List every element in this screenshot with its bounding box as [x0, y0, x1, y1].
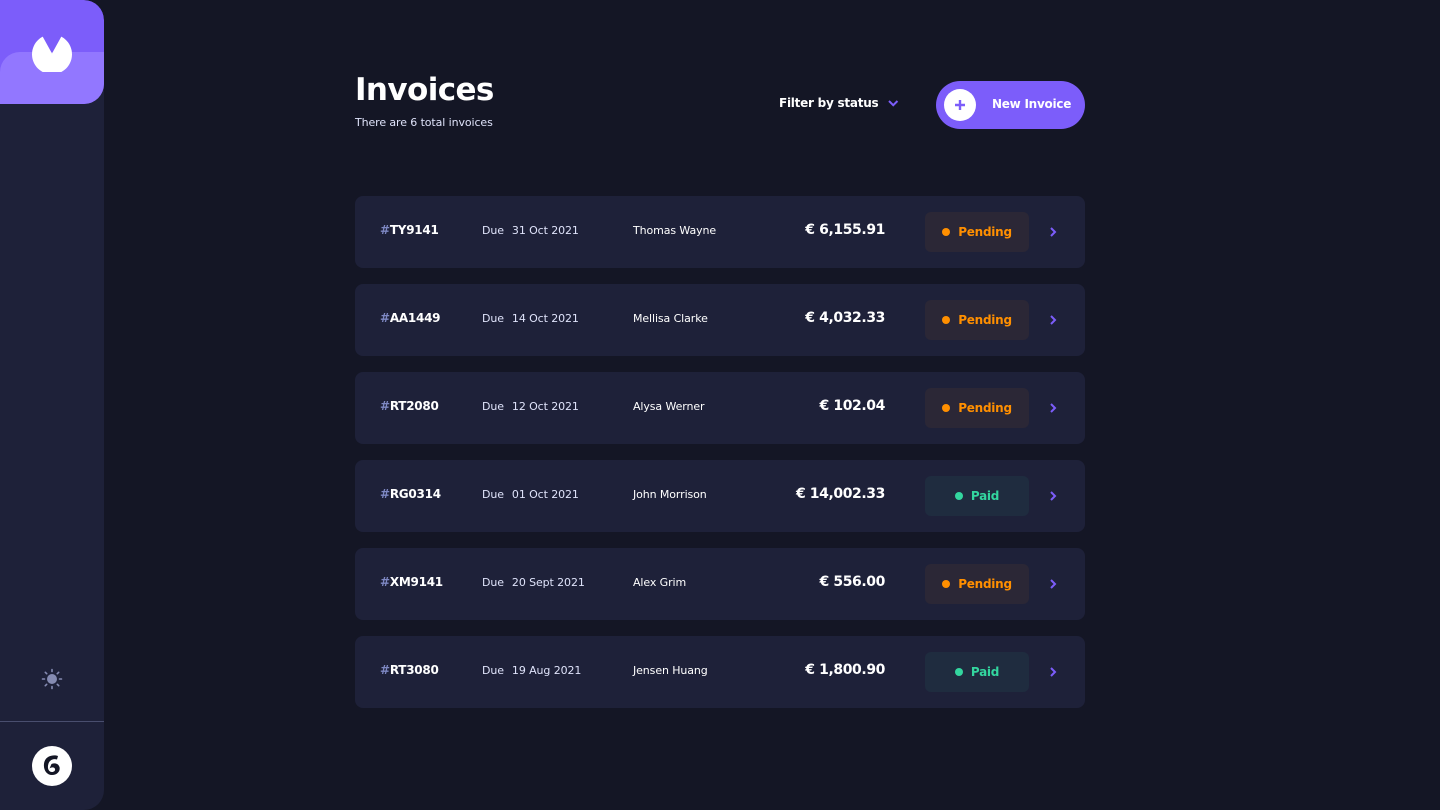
- status-badge: Pending: [925, 300, 1029, 340]
- due-label: Due: [482, 488, 504, 501]
- status-text: Paid: [970, 665, 1000, 679]
- invoice-list: #TY9141 Due 31 Oct 2021 Thomas Wayne € 6,…: [355, 196, 1085, 724]
- invoice-row[interactable]: #AA1449 Due 14 Oct 2021 Mellisa Clarke € …: [355, 284, 1085, 356]
- sun-icon: [41, 668, 63, 690]
- invoice-due-date: Due 12 Oct 2021: [482, 400, 579, 413]
- status-text: Pending: [958, 401, 1012, 415]
- invoice-amount: € 1,800.90: [805, 662, 885, 678]
- due-date-value: 20 Sept 2021: [511, 576, 585, 589]
- invoice-id-value: RG0314: [389, 487, 441, 501]
- filter-by-status-dropdown[interactable]: Filter by status: [779, 96, 899, 110]
- status-dot: [942, 580, 951, 588]
- invoice-id-hash: #: [380, 575, 390, 589]
- invoice-row[interactable]: #RT3080 Due 19 Aug 2021 Jensen Huang € 1,…: [355, 636, 1085, 708]
- invoice-id-value: AA1449: [389, 311, 441, 325]
- invoice-due-date: Due 01 Oct 2021: [482, 488, 579, 501]
- status-text: Pending: [958, 225, 1012, 239]
- invoice-amount: € 14,002.33: [795, 486, 885, 502]
- due-label: Due: [482, 400, 504, 413]
- plus-circle: [944, 89, 976, 121]
- invoice-client: Thomas Wayne: [633, 224, 717, 237]
- invoice-client: Alex Grim: [633, 576, 687, 589]
- status-dot: [942, 404, 951, 412]
- logo-icon: [32, 36, 72, 72]
- chevron-right-icon: [1050, 667, 1057, 677]
- invoice-id: #XM9141: [380, 575, 443, 589]
- invoice-count: There are 6 total invoices: [355, 116, 493, 129]
- invoice-id-value: RT3080: [389, 663, 439, 677]
- invoice-id: #RG0314: [380, 487, 441, 501]
- invoice-client: Jensen Huang: [633, 664, 708, 677]
- status-badge: Pending: [925, 388, 1029, 428]
- invoice-id-hash: #: [380, 487, 390, 501]
- invoice-client: John Morrison: [633, 488, 707, 501]
- invoice-row[interactable]: #RG0314 Due 01 Oct 2021 John Morrison € 1…: [355, 460, 1085, 532]
- avatar-icon: [43, 755, 60, 775]
- chevron-right-icon: [1050, 491, 1057, 501]
- filter-label: Filter by status: [779, 96, 879, 110]
- status-dot: [942, 228, 951, 236]
- status-dot: [942, 316, 951, 324]
- invoice-due-date: Due 20 Sept 2021: [482, 576, 585, 589]
- theme-toggle-button[interactable]: [40, 667, 64, 691]
- invoice-id-value: RT2080: [389, 399, 439, 413]
- invoice-id: #TY9141: [380, 223, 439, 237]
- due-date-value: 31 Oct 2021: [511, 224, 579, 237]
- status-text: Pending: [958, 313, 1012, 327]
- invoice-id-hash: #: [380, 311, 390, 325]
- invoice-id-value: TY9141: [389, 223, 439, 237]
- new-invoice-button[interactable]: New Invoice: [936, 81, 1085, 129]
- sidebar-divider: [0, 721, 104, 722]
- status-badge: Paid: [925, 476, 1029, 516]
- logo[interactable]: [0, 0, 104, 104]
- avatar[interactable]: [32, 746, 72, 786]
- due-date-value: 14 Oct 2021: [511, 312, 579, 325]
- chevron-down-icon: [888, 99, 899, 107]
- page-title: Invoices: [355, 72, 494, 108]
- status-badge: Pending: [925, 212, 1029, 252]
- invoice-amount: € 102.04: [819, 398, 886, 414]
- due-label: Due: [482, 312, 504, 325]
- status-badge: Pending: [925, 564, 1029, 604]
- invoice-row[interactable]: #TY9141 Due 31 Oct 2021 Thomas Wayne € 6,…: [355, 196, 1085, 268]
- invoice-due-date: Due 14 Oct 2021: [482, 312, 579, 325]
- invoice-id: #RT3080: [380, 663, 439, 677]
- invoice-client: Alysa Werner: [633, 400, 705, 413]
- status-dot: [954, 492, 963, 500]
- sidebar: [0, 0, 104, 810]
- invoice-amount: € 4,032.33: [805, 310, 885, 326]
- invoice-id-hash: #: [380, 399, 390, 413]
- invoice-amount: € 6,155.91: [805, 222, 885, 238]
- chevron-right-icon: [1050, 227, 1057, 237]
- due-date-value: 01 Oct 2021: [511, 488, 579, 501]
- chevron-right-icon: [1050, 315, 1057, 325]
- plus-icon: [955, 100, 965, 110]
- due-date-value: 19 Aug 2021: [511, 664, 582, 677]
- due-label: Due: [482, 224, 504, 237]
- chevron-right-icon: [1050, 579, 1057, 589]
- invoice-row[interactable]: #RT2080 Due 12 Oct 2021 Alysa Werner € 10…: [355, 372, 1085, 444]
- status-text: Pending: [958, 577, 1012, 591]
- due-label: Due: [482, 576, 504, 589]
- invoice-client: Mellisa Clarke: [633, 312, 708, 325]
- due-label: Due: [482, 664, 504, 677]
- invoice-row[interactable]: #XM9141 Due 20 Sept 2021 Alex Grim € 556.…: [355, 548, 1085, 620]
- invoice-id-hash: #: [380, 223, 390, 237]
- due-date-value: 12 Oct 2021: [511, 400, 579, 413]
- invoice-id-hash: #: [380, 663, 390, 677]
- status-badge: Paid: [925, 652, 1029, 692]
- new-invoice-label: New Invoice: [992, 97, 1072, 111]
- invoice-due-date: Due 31 Oct 2021: [482, 224, 579, 237]
- invoice-due-date: Due 19 Aug 2021: [482, 664, 581, 677]
- status-text: Paid: [970, 489, 1000, 503]
- invoice-amount: € 556.00: [819, 574, 886, 590]
- chevron-right-icon: [1050, 403, 1057, 413]
- invoice-id: #AA1449: [380, 311, 441, 325]
- status-dot: [954, 668, 963, 676]
- invoice-id: #RT2080: [380, 399, 439, 413]
- invoice-id-value: XM9141: [389, 575, 443, 589]
